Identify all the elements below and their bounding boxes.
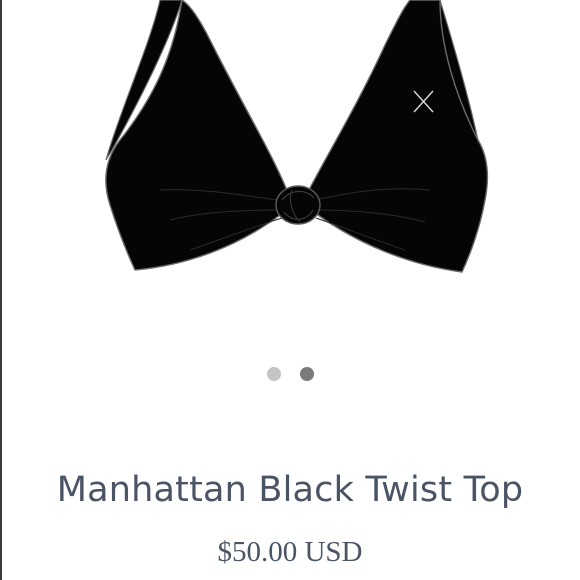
carousel-dot-2[interactable] <box>299 367 314 381</box>
product-price: $50.00 USD <box>217 536 363 568</box>
carousel-dots <box>0 367 580 383</box>
carousel-dot-1[interactable] <box>266 367 281 381</box>
bikini-top-image <box>105 0 489 273</box>
product-image[interactable] <box>0 0 580 330</box>
product-title: Manhattan Black Twist Top <box>56 470 524 510</box>
